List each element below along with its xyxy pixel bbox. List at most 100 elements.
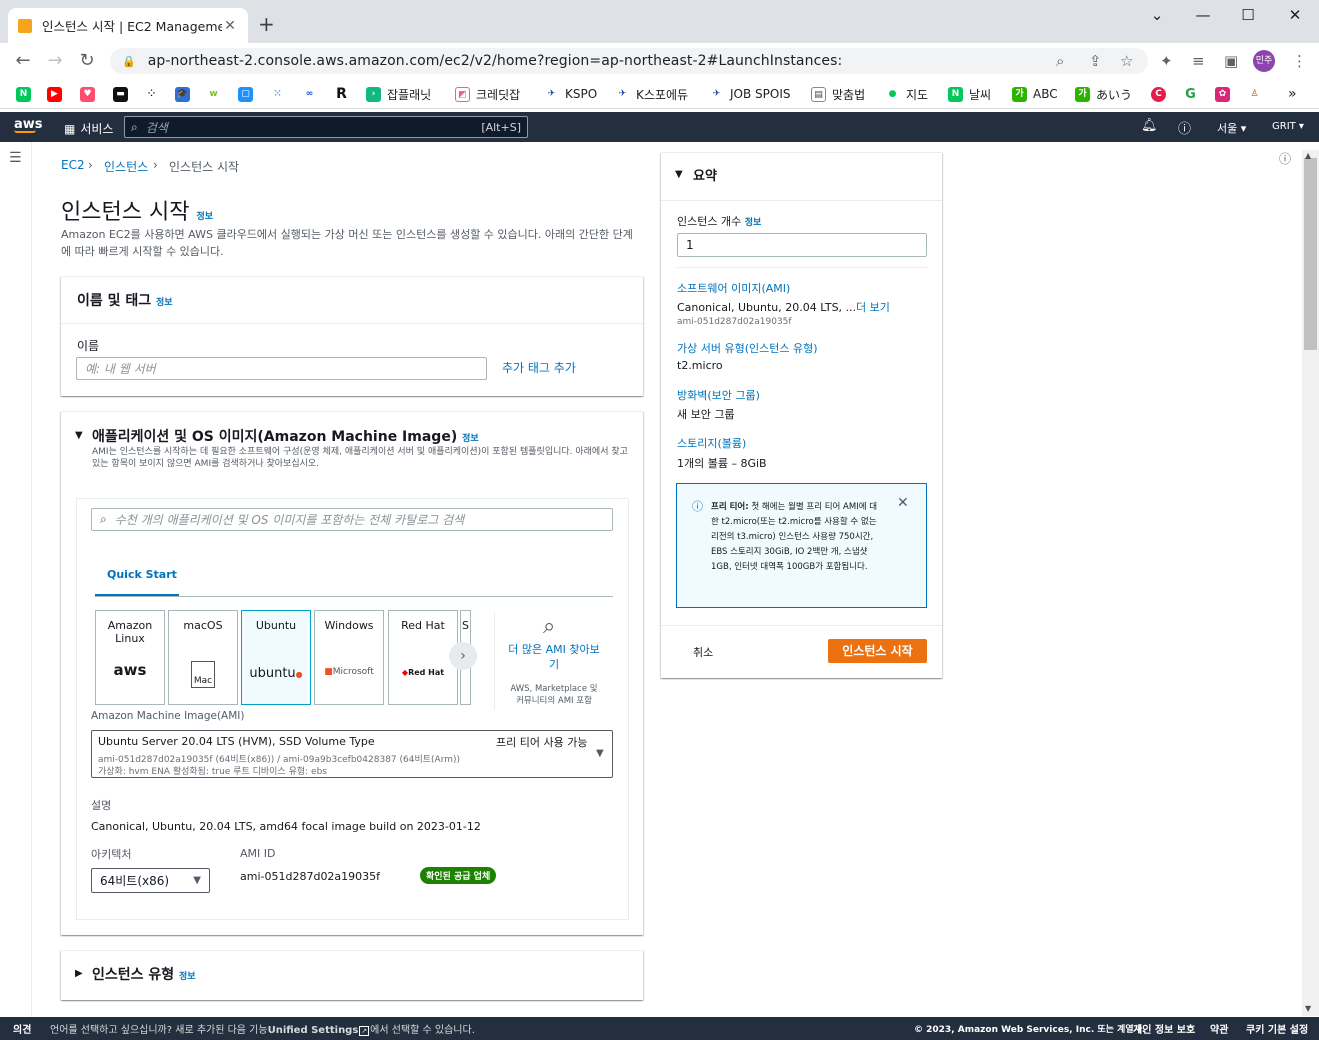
bookmark-naver-icon[interactable]: N [16,85,37,103]
bookmark-heart-icon[interactable]: ♥ [80,85,101,103]
share-icon[interactable]: ⇪ [1089,52,1102,70]
browse-more-amis-link[interactable]: 더 많은 AMI 찾아보기 [506,642,602,672]
side-panel-icon[interactable]: ▣ [1224,52,1238,70]
browse-search-icon[interactable]: ⌕ [543,614,555,639]
bookmark-map[interactable]: ● 지도 [885,85,928,103]
chrome-menu-icon[interactable]: ⋮ [1292,52,1307,70]
ami-tile-amazon-linux[interactable]: Amazon Linux aws [95,610,165,705]
instance-count-info-link[interactable]: 정보 [745,218,762,228]
address-bar[interactable]: 🔒 ap-northeast-2.console.aws.amazon.com/… [110,48,1148,74]
add-tags-link[interactable]: 추가 태그 추가 [502,359,576,376]
ami-info-link[interactable]: 정보 [462,434,479,444]
firewall-summary-link[interactable]: 방화벽(보안 그룹) [677,387,760,403]
instance-type-summary-link[interactable]: 가상 서버 유형(인스턴스 유형) [677,340,818,356]
instance-type-info-link[interactable]: 정보 [179,972,196,982]
architecture-select[interactable]: 64비트(x86) ▼ [91,868,210,893]
bookmark-r-icon[interactable]: R [334,85,355,103]
ami-tile-ubuntu[interactable]: Ubuntu ubuntu● [241,610,311,705]
privacy-link[interactable]: 개인 정보 보호 [1133,1021,1195,1036]
back-icon[interactable]: ← [12,50,34,71]
bookmark-aiu[interactable]: 가 あいう [1075,85,1132,103]
page-info-link[interactable]: 정보 [196,212,213,222]
ami-tile-redhat[interactable]: Red Hat ◆Red Hat [388,610,458,705]
ami-more-link[interactable]: 더 보기 [856,301,890,314]
bookmark-youtube-icon[interactable]: ▶ [47,85,68,103]
bookmark-app-icon[interactable]: ♙ [1247,85,1268,103]
aws-search-input[interactable]: ⌕ 검색 [Alt+S] [124,116,528,138]
close-alert-icon[interactable]: ✕ [897,495,909,511]
bookmark-kspoedu[interactable]: ✈ K스포에듀 [615,85,688,103]
terms-link[interactable]: 약관 [1210,1021,1228,1036]
help-icon[interactable]: ⓘ [1178,118,1191,137]
aws-logo-text: aws [14,117,43,132]
bookmark-google-icon[interactable]: G [1183,85,1204,103]
bookmark-netflix-icon[interactable]: ▬ [113,85,134,103]
collapse-caret-icon[interactable]: ▼ [675,169,683,180]
ami-summary-link[interactable]: 소프트웨어 이미지(AMI) [677,280,790,296]
search-icon: ⌕ [100,512,107,526]
bookmark-c-icon[interactable]: C [1151,85,1172,103]
extensions-icon[interactable]: ✦ [1160,52,1173,70]
bookmark-apps-icon[interactable]: ⁙ [270,85,291,103]
name-tags-info-link[interactable]: 정보 [156,298,173,308]
name-input[interactable]: 예: 내 웹 서버 [76,357,487,380]
bookmark-weather[interactable]: N 날씨 [948,85,991,103]
grid-icon: ▦ [64,121,76,136]
bookmark-link-icon[interactable]: ∞ [302,85,323,103]
bookmark-jobplanet[interactable]: › 잡플래닛 [366,85,431,103]
breadcrumb-instances[interactable]: 인스턴스 [104,158,148,175]
ami-catalog-search-input[interactable]: ⌕ 수천 개의 애플리케이션 및 OS 이미지를 포함하는 전체 카탈로그 검색 [91,508,613,531]
bookmark-photo-icon[interactable]: ✿ [1215,85,1236,103]
notifications-bell-icon[interactable]: 🔔︎ [1141,118,1158,133]
zoom-icon[interactable]: ⌕ [1056,52,1064,70]
close-window-button[interactable]: ✕ [1275,6,1315,26]
reading-list-icon[interactable]: ≡ [1192,52,1205,70]
bookmark-edu-icon[interactable]: 🎓 [175,85,196,103]
reload-icon[interactable]: ↻ [76,50,98,71]
new-tab-button[interactable]: + [258,12,275,36]
bookmark-chat-icon[interactable]: ▢ [238,85,259,103]
ami-tile-windows[interactable]: Windows ■Microsoft [314,610,384,705]
tabs-divider [95,596,613,597]
scroll-down-icon[interactable]: ▼ [1305,1004,1311,1013]
bookmark-abc[interactable]: 가 ABC [1012,85,1058,103]
breadcrumb-ec2[interactable]: EC2 [61,158,85,172]
cancel-button[interactable]: 취소 [693,644,713,660]
launch-instance-button[interactable]: 인스턴스 시작 [828,639,927,663]
tiles-next-chevron-icon[interactable]: › [449,642,477,670]
browser-tab[interactable]: 인스턴스 시작 | EC2 Management ✕ [8,8,248,43]
forward-icon[interactable]: → [44,50,66,71]
hamburger-menu-icon[interactable]: ☰ [9,150,22,166]
bookmark-creditjob[interactable]: ◩ 크레딧잡 [455,85,520,103]
bookmark-kspo[interactable]: ✈ KSPO [544,85,597,103]
search-icon: ⌕ [131,119,138,134]
ami-tile-macos[interactable]: macOS Mac [168,610,238,705]
account-menu[interactable]: GRIT ▾ [1272,121,1304,132]
expand-caret-icon[interactable]: ▶ [75,968,83,979]
expand-caret-icon[interactable]: ▼ [75,430,83,441]
instance-count-input[interactable]: 1 [677,233,927,257]
tab-quick-start[interactable]: Quick Start [107,568,177,581]
more-bookmarks-icon[interactable]: » [1288,85,1297,103]
scroll-up-icon[interactable]: ▲ [1305,151,1311,160]
bookmark-star-icon[interactable]: ☆ [1120,52,1133,70]
instance-type-header[interactable]: 인스턴스 유형 정보 [92,964,196,984]
info-panel-icon[interactable]: ⓘ [1279,150,1291,167]
minimize-button[interactable]: — [1183,6,1223,26]
bookmark-dots-icon[interactable]: ⁘ [144,85,165,103]
services-menu[interactable]: ▦ 서비스 [64,120,113,137]
bookmark-spellcheck[interactable]: ▤ 맞춤법 [811,85,865,103]
aws-logo[interactable]: aws [14,117,43,133]
scrollbar-thumb[interactable] [1304,158,1317,350]
unified-settings-link[interactable]: Unified Settings [268,1025,359,1036]
close-tab-icon[interactable]: ✕ [222,18,238,34]
cookie-preferences-link[interactable]: 쿠키 기본 설정 [1246,1021,1308,1036]
profile-avatar[interactable]: 민주 [1253,50,1275,72]
feedback-link[interactable]: 의견 [13,1021,31,1036]
region-selector[interactable]: 서울 ▾ [1217,120,1246,136]
bookmark-w-icon[interactable]: w [206,85,227,103]
tab-search-icon[interactable]: ⌄ [1137,6,1177,26]
storage-summary-link[interactable]: 스토리지(볼륨) [677,435,746,451]
bookmark-jobspois[interactable]: ✈ JOB SPOIS [709,85,791,103]
maximize-button[interactable]: ☐ [1228,6,1268,26]
